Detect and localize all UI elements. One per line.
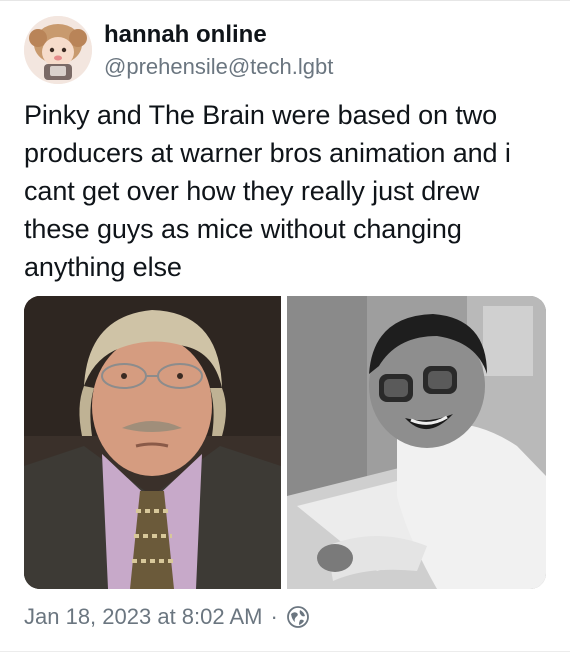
bottom-divider <box>0 651 570 652</box>
globe-icon <box>286 605 310 629</box>
post-image-2[interactable] <box>287 296 546 589</box>
cartoon-avatar-icon <box>24 16 92 84</box>
post-timestamp[interactable]: Jan 18, 2023 at 8:02 AM <box>24 601 263 633</box>
author-display-name[interactable]: hannah online <box>104 21 267 49</box>
post-meta: Jan 18, 2023 at 8:02 AM · <box>24 601 310 633</box>
meta-separator: · <box>270 604 278 629</box>
author-handle[interactable]: @prehensile@tech.lgbt <box>104 53 333 81</box>
post-text: Pinky and The Brain were based on two pr… <box>24 100 511 282</box>
avatar[interactable] <box>24 16 92 84</box>
top-divider <box>0 0 570 1</box>
post-image-1[interactable] <box>24 296 281 589</box>
media-grid[interactable] <box>24 296 546 589</box>
